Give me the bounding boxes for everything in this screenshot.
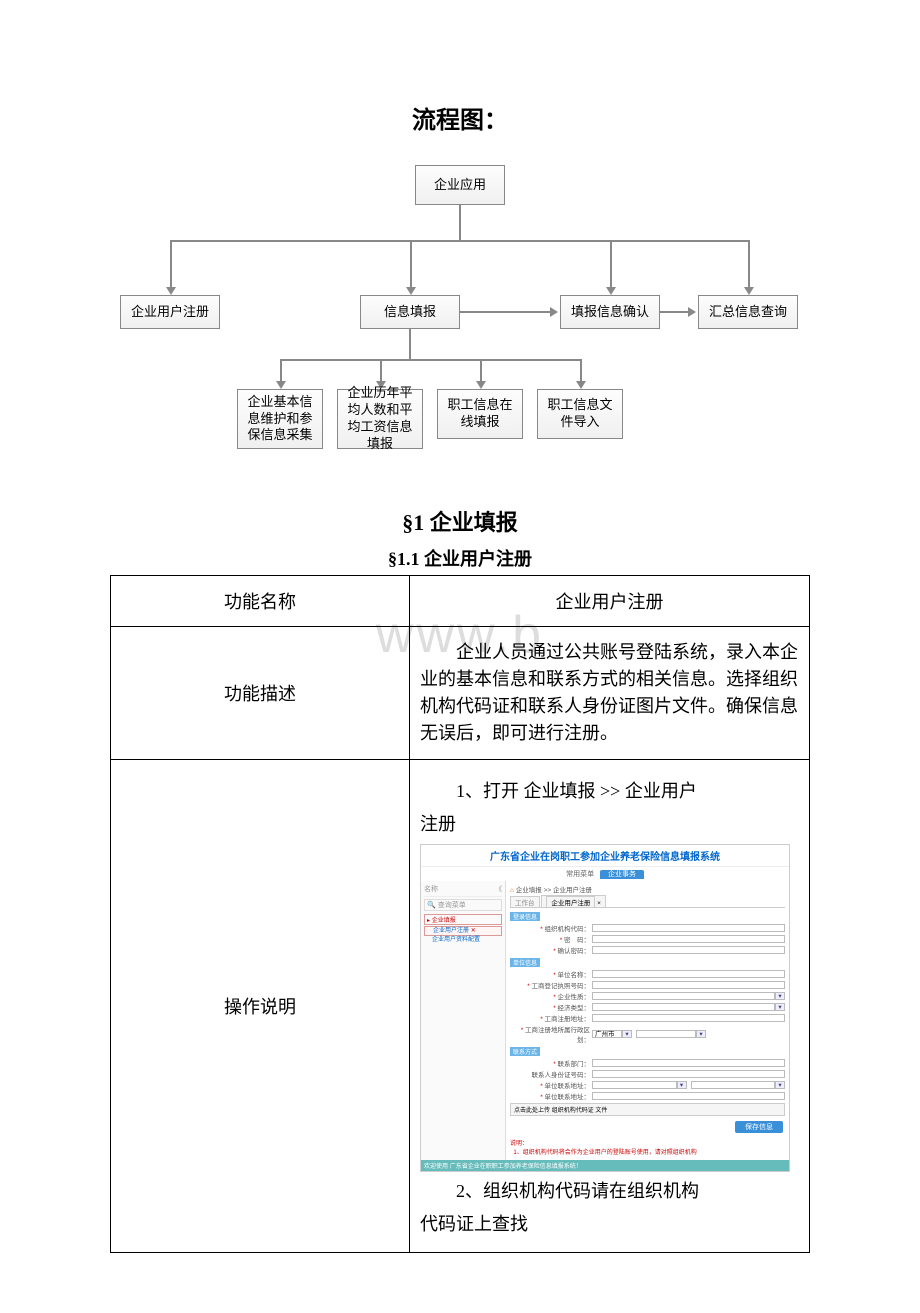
dropdown-icon: ▾ [677,1081,687,1089]
ss-footer: 欢迎使用 广东省企业在职职工参加养老保险信息填报系统！ [421,1160,789,1171]
dropdown-icon: ▾ [696,1030,706,1038]
page-title: 流程图： [110,100,810,135]
close-icon: ✕ [471,928,476,934]
flowchart: 企业应用 企业用户注册 信息填报 填报信息确认 汇总信息查询 企业基本信息维护和… [110,165,810,475]
ss-search-ph: 查询菜单 [438,902,466,909]
ss-name-label: 名称 [424,884,438,894]
ss-worktab-label: 工作台 [510,896,540,907]
row1-value: 企业用户注册 [410,576,810,627]
dropdown-icon: ▾ [775,1003,785,1011]
dropdown-icon: ▾ [775,1081,785,1089]
ss-work-tabs: 工作台 企业用户注册 × [510,895,785,908]
flow-l2-3: 汇总信息查询 [698,295,798,329]
ss-menu-active: 企业事务 [600,870,644,879]
flow-l3-2: 职工信息在线填报 [437,389,523,439]
ss-right-panel: ⌂ 企业填报 >> 企业用户注册 工作台 企业用户注册 × 登录信息 * 组织机… [506,881,789,1160]
section-title: §1 企业填报 [110,505,810,537]
row2-label: 功能描述 [111,627,410,760]
ss-collapse-icon: 《 [495,884,502,894]
table-row: 功能描述 企业人员通过公共账号登陆系统，录入本企业的基本信息和联系方式的相关信息… [111,627,810,760]
row2-value: 企业人员通过公共账号登陆系统，录入本企业的基本信息和联系方式的相关信息。选择组织… [410,627,810,760]
ss-upload-button: 点击此处上传 组织机构代码证 文件 [510,1103,785,1116]
dropdown-icon: ▾ [775,992,785,1000]
ss-submit-button: 保存信息 [735,1121,783,1133]
dropdown-icon: ▾ [622,1030,632,1038]
table-row: 功能名称 企业用户注册 [111,576,810,627]
search-icon: 🔍 [427,902,436,909]
ss-tree-item-config: 企业用户资料配置 [424,936,502,944]
subsection-title: §1.1 企业用户注册 [110,545,810,571]
ss-system-title: 广东省企业在岗职工参加企业养老保险信息填报系统 [421,845,789,867]
embedded-screenshot: 广东省企业在岗职工参加企业养老保险信息填报系统 常用菜单 企业事务 名称 《 🔍… [420,844,790,1172]
ss-menu-common: 常用菜单 [566,871,594,878]
table-row: 操作说明 1、打开 企业填报 >> 企业用户 注册 广东省企业在岗职工参加企业养… [111,760,810,1253]
row3-label: 操作说明 [111,760,410,1253]
ss-left-panel: 名称 《 🔍 查询菜单 ▸ 企业填报 企业用户注册 ✕ 企业用户资料配置 [421,881,506,1160]
flow-l3-3: 职工信息文件导入 [537,389,623,439]
flow-l2-1: 信息填报 [360,295,460,329]
flow-l3-0: 企业基本信息维护和参保信息采集 [237,389,323,449]
ss-section-contact: 联系方式 [510,1047,540,1056]
step2-line1: 2、组织机构代码请在组织机构 [420,1178,799,1205]
ss-top-menu: 常用菜单 企业事务 [421,867,789,881]
row1-label: 功能名称 [111,576,410,627]
flow-l2-2: 填报信息确认 [560,295,660,329]
flow-l2-0: 企业用户注册 [120,295,220,329]
ss-section-login: 登录信息 [510,912,540,921]
ss-tree-item-register: 企业用户注册 ✕ [424,926,502,936]
ss-breadcrumb: ⌂ 企业填报 >> 企业用户注册 [510,883,785,895]
ss-tree-root: ▸ 企业填报 [424,914,502,925]
ss-section-unit: 单位信息 [510,958,540,967]
flow-root: 企业应用 [415,165,505,205]
step1-line1: 1、打开 企业填报 >> 企业用户 [420,778,799,805]
row3-value: 1、打开 企业填报 >> 企业用户 注册 广东省企业在岗职工参加企业养老保险信息… [410,760,810,1253]
ss-work-tab: 企业用户注册 × [541,895,606,907]
home-icon: ⌂ [510,887,514,894]
step1-line2: 注册 [420,811,799,838]
flow-l3-1: 企业历年平均人数和平均工资信息填报 [337,389,423,449]
step2-line2: 代码证上查找 [420,1211,799,1238]
ss-note: 说明： 1、组织机构代码将会作为企业用户的登陆账号使用，请对照组织机构 [510,1136,785,1158]
spec-table: 功能名称 企业用户注册 功能描述 企业人员通过公共账号登陆系统，录入本企业的基本… [110,575,810,1253]
